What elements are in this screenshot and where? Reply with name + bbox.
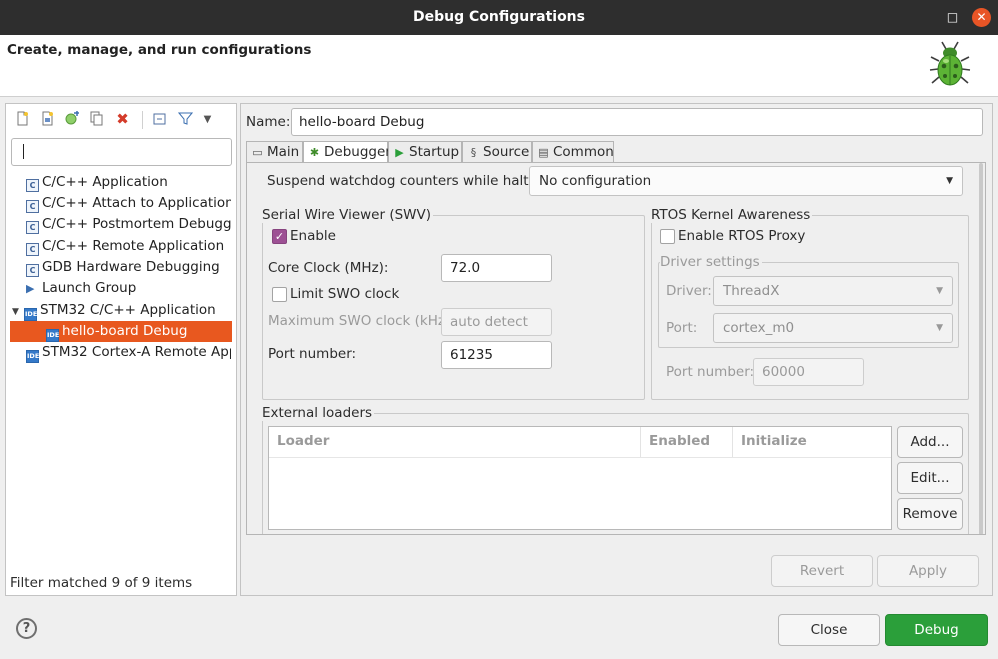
- external-loaders-title: External loaders: [262, 405, 375, 421]
- max-swo-label: Maximum SWO clock (kHz):: [268, 313, 455, 329]
- bug-icon: [929, 41, 971, 86]
- core-clock-label: Core Clock (MHz):: [268, 260, 389, 276]
- maximize-button[interactable]: □: [943, 8, 962, 27]
- tab-common[interactable]: ▤ Common: [532, 141, 614, 162]
- c-config-icon: C: [26, 221, 39, 234]
- loaders-table[interactable]: Loader Enabled Initialize: [268, 426, 892, 530]
- chevron-down-icon: ▼: [936, 323, 943, 333]
- debugger-tab-content: Suspend watchdog counters while halted: …: [246, 162, 986, 535]
- column-header-loader[interactable]: Loader: [277, 433, 329, 449]
- tab-debugger[interactable]: ✱ Debugger: [303, 141, 391, 163]
- export-icon[interactable]: [63, 111, 80, 128]
- tree-item-gdb-hardware[interactable]: C GDB Hardware Debugging: [26, 257, 231, 278]
- revert-button[interactable]: Revert: [771, 555, 873, 587]
- swv-enable-label: Enable: [290, 228, 336, 244]
- tree-item-c-application[interactable]: C C/C++ Application: [26, 172, 231, 193]
- configuration-tree-panel: ✖ ▼ C C/C++ Application C C/C++ Attach to …: [5, 103, 237, 596]
- watchdog-combo[interactable]: No configuration ▼: [529, 166, 963, 196]
- rtos-port-combo[interactable]: cortex_m0 ▼: [713, 313, 953, 343]
- dialog-header: Create, manage, and run configurations: [0, 35, 998, 97]
- ide-icon: IDE: [46, 329, 59, 342]
- launch-group-icon: ▶: [26, 282, 35, 295]
- startup-tab-icon: ▶: [395, 146, 404, 159]
- new-configuration-icon[interactable]: [14, 111, 31, 128]
- source-tab-icon: §: [470, 146, 477, 159]
- filter-icon[interactable]: [177, 111, 194, 128]
- swv-port-input[interactable]: 61235: [441, 341, 552, 369]
- swv-enable-checkbox[interactable]: ✓: [272, 229, 287, 244]
- column-separator: [640, 427, 641, 457]
- common-tab-icon: ▤: [538, 146, 549, 159]
- chevron-down-icon: ▼: [936, 286, 943, 296]
- tree-item-c-postmortem[interactable]: C C/C++ Postmortem Debugger: [26, 214, 231, 235]
- c-config-icon: C: [26, 179, 39, 192]
- tab-source[interactable]: § Source: [462, 141, 532, 162]
- c-config-icon: C: [26, 264, 39, 277]
- max-swo-input[interactable]: auto detect: [441, 308, 552, 336]
- view-menu-icon[interactable]: ▼: [199, 111, 216, 128]
- rtos-port-label: Port:: [666, 320, 698, 336]
- header-divider: [269, 457, 891, 458]
- rtos-enable-checkbox[interactable]: [660, 229, 675, 244]
- swv-group-title: Serial Wire Viewer (SWV): [262, 207, 434, 223]
- column-header-enabled[interactable]: Enabled: [649, 433, 710, 449]
- rtos-port-number-label: Port number:: [666, 364, 755, 380]
- name-input[interactable]: [291, 108, 983, 136]
- column-header-initialize[interactable]: Initialize: [741, 433, 807, 449]
- watchdog-label: Suspend watchdog counters while halted:: [267, 173, 550, 189]
- duplicate-icon[interactable]: [88, 111, 105, 128]
- filter-status: Filter matched 9 of 9 items: [10, 575, 193, 591]
- tree-item-launch-group[interactable]: ▶ Launch Group: [26, 278, 231, 299]
- new-prototype-icon[interactable]: [39, 111, 56, 128]
- tree-item-stm32-cortex-a[interactable]: IDESTM32 Cortex-A Remote Application: [26, 342, 231, 363]
- edit-loader-button[interactable]: Edit...: [897, 462, 963, 494]
- rtos-enable-label: Enable RTOS Proxy: [678, 228, 806, 244]
- configuration-editor-panel: Name: ▭Main ✱Debugger ▶Startup §Source ▤…: [240, 103, 993, 596]
- ide-icon: IDE: [26, 350, 39, 363]
- debugger-tab-icon: ✱: [309, 146, 320, 159]
- rtos-port-number-input[interactable]: 60000: [753, 358, 864, 386]
- delete-icon[interactable]: ✖: [114, 111, 131, 128]
- close-window-button[interactable]: ✕: [972, 8, 991, 27]
- expand-arrow-icon[interactable]: ▼: [12, 302, 24, 321]
- tree-item-c-attach[interactable]: C C/C++ Attach to Application: [26, 193, 231, 214]
- driver-combo[interactable]: ThreadX ▼: [713, 276, 953, 306]
- scrollbar-thumb[interactable]: [979, 163, 983, 534]
- header-title: Create, manage, and run configurations: [7, 42, 312, 58]
- limit-swo-checkbox[interactable]: [272, 287, 287, 302]
- apply-button[interactable]: Apply: [877, 555, 979, 587]
- window-title: Debug Configurations: [413, 9, 585, 25]
- swv-port-label: Port number:: [268, 346, 357, 362]
- collapse-all-icon[interactable]: [152, 111, 169, 128]
- chevron-down-icon: ▼: [946, 176, 953, 186]
- driver-label: Driver:: [666, 283, 712, 299]
- ide-icon: IDE: [24, 308, 37, 321]
- remove-loader-button[interactable]: Remove: [897, 498, 963, 530]
- c-config-icon: C: [26, 200, 39, 213]
- add-loader-button[interactable]: Add...: [897, 426, 963, 458]
- window-titlebar: Debug Configurations □ ✕: [0, 0, 998, 35]
- close-button[interactable]: Close: [778, 614, 880, 646]
- core-clock-input[interactable]: 72.0: [441, 254, 552, 282]
- rtos-group-title: RTOS Kernel Awareness: [651, 207, 813, 223]
- tab-startup[interactable]: ▶ Startup: [388, 141, 462, 162]
- debug-button[interactable]: Debug: [885, 614, 988, 646]
- tree-item-c-remote[interactable]: C C/C++ Remote Application: [26, 236, 231, 257]
- c-config-icon: C: [26, 243, 39, 256]
- tree-item-stm32-application[interactable]: ▼ IDE STM32 C/C++ Application: [12, 300, 232, 321]
- tab-main[interactable]: ▭ Main: [246, 141, 303, 162]
- filter-input[interactable]: [11, 138, 232, 166]
- help-icon[interactable]: ?: [16, 618, 37, 639]
- limit-swo-label: Limit SWO clock: [290, 286, 400, 302]
- tree-item-hello-board-debug[interactable]: IDE hello-board Debug: [10, 321, 232, 342]
- name-label: Name:: [246, 114, 291, 130]
- toolbar-separator: [142, 111, 143, 129]
- text-cursor: [23, 144, 24, 159]
- main-tab-icon: ▭: [252, 146, 263, 159]
- column-separator: [732, 427, 733, 457]
- tab-scrollbar[interactable]: [976, 163, 985, 534]
- driver-settings-title: Driver settings: [660, 254, 762, 270]
